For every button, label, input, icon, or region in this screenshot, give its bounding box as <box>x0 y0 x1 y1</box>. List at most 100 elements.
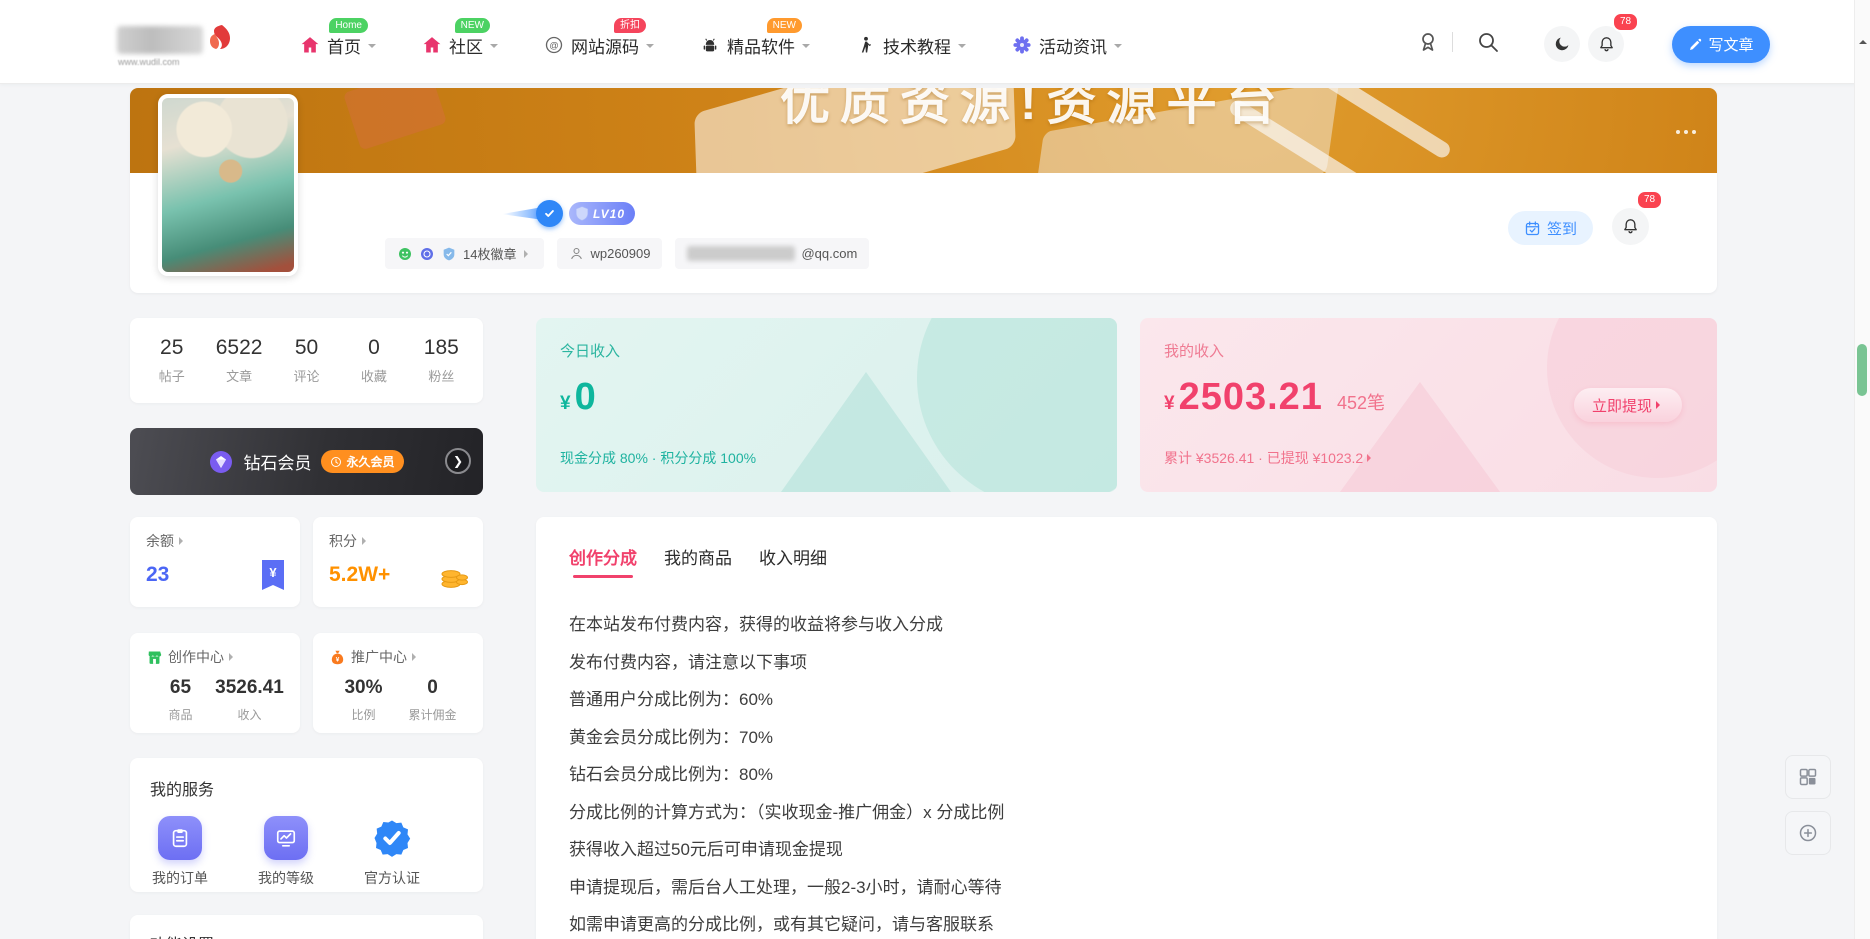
avatar[interactable] <box>158 94 298 276</box>
tab-my-products[interactable]: 我的商品 <box>664 544 732 578</box>
stat-label: 收藏 <box>340 366 407 385</box>
svg-text:¥: ¥ <box>336 656 340 663</box>
withdraw-label: 立即提现 <box>1592 395 1652 416</box>
nav-item-news[interactable]: 活动资讯 <box>1012 0 1122 84</box>
bell-icon <box>1597 35 1616 54</box>
promo-stat-ratio: 30% 比例 <box>329 677 398 723</box>
chevron-right-icon <box>1656 401 1664 409</box>
tab-income-details[interactable]: 收入明细 <box>759 544 827 578</box>
nav-item-source-code[interactable]: @ 网站源码 折扣 <box>544 0 654 84</box>
dark-mode-toggle[interactable] <box>1544 26 1580 62</box>
nav-item-label: 技术教程 <box>883 33 951 58</box>
stat-followers[interactable]: 185 粉丝 <box>408 336 475 385</box>
diamond-membership-banner[interactable]: 钻石会员 永久会员 ❯ <box>130 428 483 495</box>
chevron-down-icon <box>958 44 966 52</box>
search-icon[interactable] <box>1476 30 1500 54</box>
scrollbar-track[interactable] <box>1854 0 1870 939</box>
profile-banner: 优质资源!资源平台 <box>130 88 1717 173</box>
service-official-certification[interactable]: 官方认证 <box>362 816 422 888</box>
creation-stat-income: 3526.41 收入 <box>215 677 284 723</box>
settings-title: 功能设置 <box>150 931 463 939</box>
profile-notification-count-badge: 78 <box>1636 190 1663 210</box>
level-badge[interactable]: LV10 <box>569 202 635 225</box>
username-pill: wp260909 <box>557 238 662 269</box>
info-line: 获得收入超过50元后可申请现金提现 <box>569 829 1679 867</box>
more-options-button[interactable] <box>1668 122 1704 142</box>
stat-posts[interactable]: 25 帖子 <box>138 336 205 385</box>
banner-headline: 优质资源!资源平台 <box>780 88 1287 134</box>
revenue-share-rules: 在本站发布付费内容，获得的收益将参与收入分成 发布付费内容，请注意以下事项 普通… <box>569 604 1679 939</box>
promotion-center-card[interactable]: ¥ 推广中心 30% 比例 0 累计佣金 <box>313 633 483 733</box>
medal-icon[interactable] <box>1416 30 1440 54</box>
nav-item-label: 精品软件 <box>727 33 795 58</box>
level-badge-label: LV10 <box>593 207 625 221</box>
order-clipboard-icon <box>158 816 202 860</box>
clock-icon <box>330 456 342 468</box>
balance-card[interactable]: 余额 23 ¥ <box>130 517 300 607</box>
write-article-button[interactable]: 写文章 <box>1672 26 1770 63</box>
site-url-caption: www.wudil.com <box>118 57 180 67</box>
nav-item-badge: 折扣 <box>614 18 646 33</box>
nav-item-label: 活动资讯 <box>1039 33 1107 58</box>
nav-item-home[interactable]: 首页 Home <box>300 0 376 84</box>
stat-favorites[interactable]: 0 收藏 <box>340 336 407 385</box>
chevron-right-icon <box>524 250 532 258</box>
stat-label: 粉丝 <box>408 366 475 385</box>
service-my-level[interactable]: 我的等级 <box>256 816 316 888</box>
stat-value: 6522 <box>205 336 272 360</box>
info-line: 黄金会员分成比例为：70% <box>569 717 1679 755</box>
centers-row: 创作中心 65 商品 3526.41 收入 ¥ 推广中心 <box>130 633 483 733</box>
service-my-orders[interactable]: 我的订单 <box>150 816 210 888</box>
my-income-meta[interactable]: 累计 ¥3526.41 · 已提现 ¥1023.2 <box>1164 448 1375 468</box>
withdraw-button[interactable]: 立即提现 <box>1574 388 1682 422</box>
badge-icon-green <box>397 246 413 262</box>
nav-item-software[interactable]: 精品软件 NEW <box>700 0 810 84</box>
flower-badge-icon <box>1012 35 1032 55</box>
today-income-amount: 0 <box>575 376 597 419</box>
shield-icon <box>575 206 589 221</box>
today-income-card: 今日收入 ¥ 0 现金分成 80% · 积分分成 100% <box>536 318 1117 492</box>
svg-text:@: @ <box>549 40 558 50</box>
nav-item-tutorials[interactable]: 技术教程 <box>856 0 966 84</box>
stat-articles[interactable]: 6522 文章 <box>205 336 272 385</box>
home-icon <box>300 35 320 55</box>
checkin-button[interactable]: 签到 <box>1508 211 1593 245</box>
chevron-down-icon <box>368 44 376 52</box>
at-circle-icon: @ <box>544 35 564 55</box>
stat-value: 0 <box>398 677 467 699</box>
points-card[interactable]: 积分 5.2W+ <box>313 517 483 607</box>
badges-pill[interactable]: 14枚徽章 <box>385 238 544 269</box>
notification-count-badge: 78 <box>1612 12 1639 32</box>
promo-stat-commission: 0 累计佣金 <box>398 677 467 723</box>
creation-stat-products: 65 商品 <box>146 677 215 723</box>
promotion-center-title: 推广中心 <box>351 647 407 667</box>
stat-value: 50 <box>273 336 340 360</box>
scrollbar-thumb[interactable] <box>1857 344 1867 396</box>
scrollbar-up-arrow[interactable] <box>1859 36 1867 44</box>
top-navbar: www.wudil.com 首页 Home 社区 NEW @ <box>0 0 1870 84</box>
stat-value: 25 <box>138 336 205 360</box>
nav-item-label: 网站源码 <box>571 33 639 58</box>
tab-creation-share[interactable]: 创作分成 <box>569 544 637 578</box>
profile-notifications-button[interactable] <box>1612 208 1649 245</box>
nav-item-community[interactable]: 社区 NEW <box>422 0 498 84</box>
quick-panel-button[interactable] <box>1785 755 1831 799</box>
today-income-title: 今日收入 <box>560 340 1093 361</box>
content-tabs: 创作分成 我的商品 收入明细 <box>569 544 1679 578</box>
level-monitor-icon <box>264 816 308 860</box>
chevron-down-icon <box>802 44 810 52</box>
stat-comments[interactable]: 50 评论 <box>273 336 340 385</box>
nav-item-label: 社区 <box>449 33 483 58</box>
info-line: 申请提现后，需后台人工处理，一般2-3小时，请耐心等待 <box>569 867 1679 905</box>
stat-value: 0 <box>340 336 407 360</box>
chevron-right-icon <box>412 653 420 661</box>
add-button[interactable] <box>1785 811 1831 855</box>
services-title: 我的服务 <box>150 776 463 800</box>
money-bag-icon: ¥ <box>329 649 346 666</box>
my-services-card: 我的服务 我的订单 我的等级 <box>130 758 483 892</box>
creation-center-title: 创作中心 <box>168 647 224 667</box>
creation-center-card[interactable]: 创作中心 65 商品 3526.41 收入 <box>130 633 300 733</box>
main-menu: 首页 Home 社区 NEW @ 网站源码 折扣 <box>300 0 1122 84</box>
badge-row: LV10 <box>502 200 635 227</box>
site-logo[interactable] <box>117 26 203 54</box>
